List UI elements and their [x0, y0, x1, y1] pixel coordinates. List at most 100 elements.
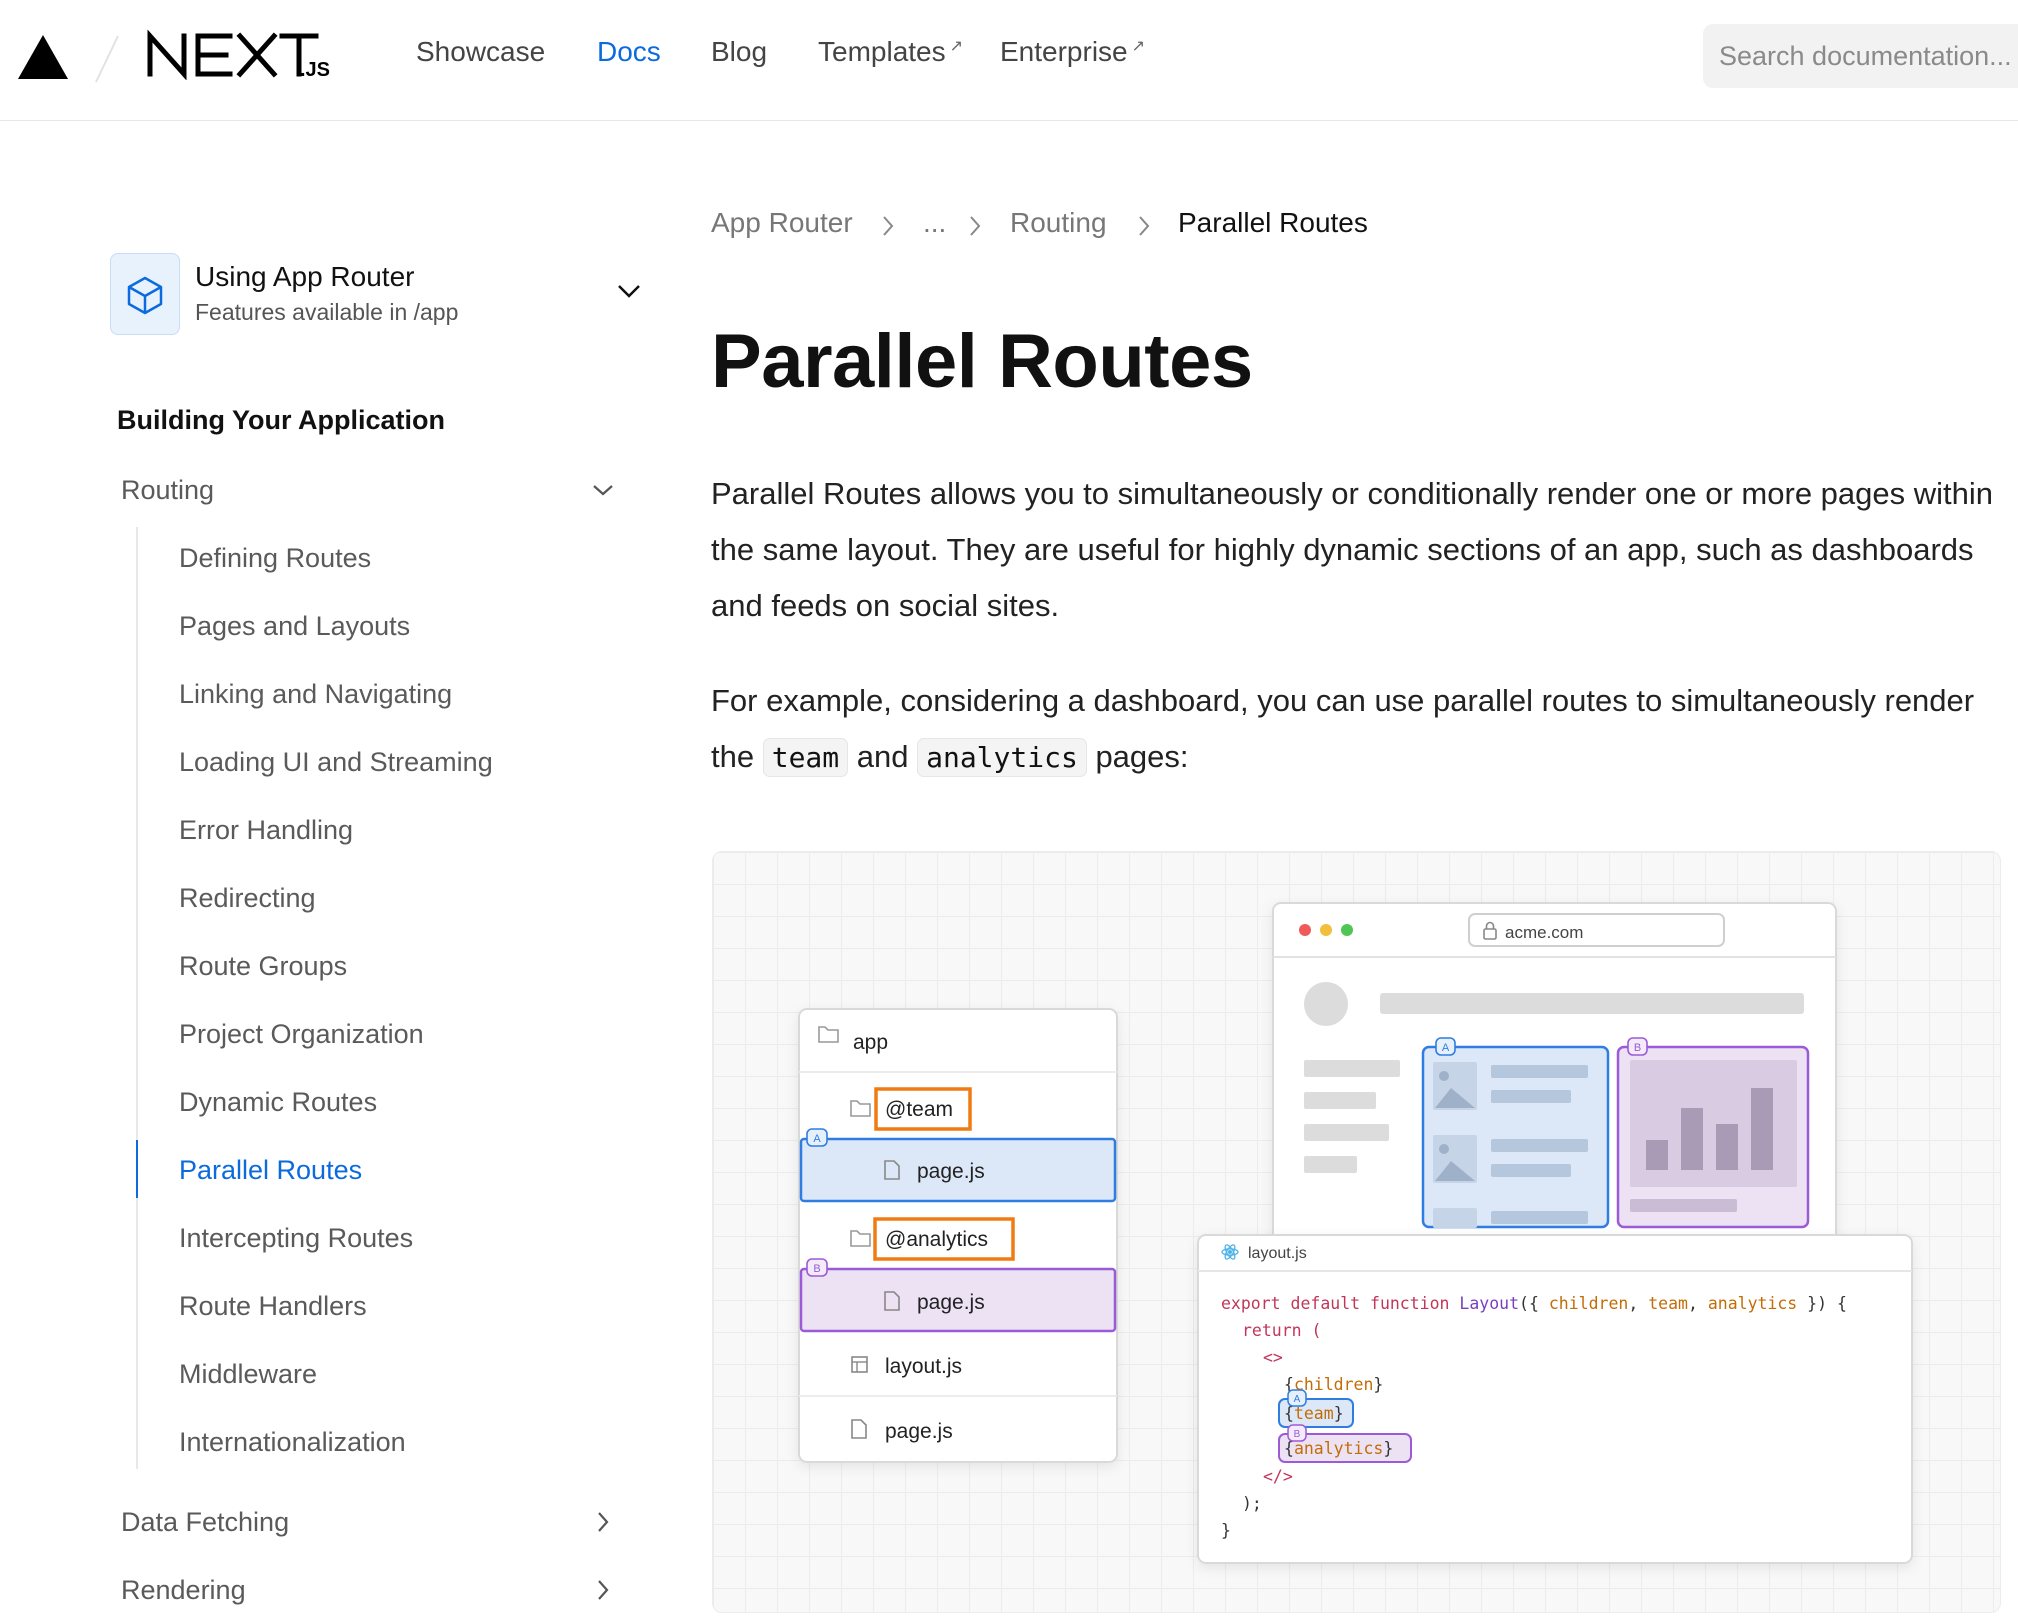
sidebar-item-rendering[interactable]: Rendering	[121, 1575, 246, 1606]
chevron-right-icon	[883, 216, 894, 236]
sidebar-item-label: Routing	[121, 475, 215, 505]
code-function: Layout	[1459, 1294, 1519, 1313]
sidebar-item-loading-ui[interactable]: Loading UI and Streaming	[179, 747, 493, 778]
top-navbar: .JS Showcase Docs Blog Templates ↗ Enterp…	[0, 0, 2018, 121]
svg-text:.JS: .JS	[300, 59, 330, 80]
sidebar-item-label: Rendering	[121, 1575, 246, 1605]
tree-app: app	[853, 1031, 888, 1054]
example-paragraph: For example, considering a dashboard, yo…	[711, 673, 2011, 786]
tree-team-page: page.js	[917, 1160, 985, 1183]
code-line-6: {analytics}	[1284, 1439, 1393, 1458]
sidebar-item-internationalization[interactable]: Internationalization	[179, 1427, 406, 1458]
nav-showcase[interactable]: Showcase	[416, 36, 545, 68]
nav-enterprise[interactable]: Enterprise ↗	[1000, 36, 1145, 68]
code-punct: ({	[1519, 1294, 1549, 1313]
slot-b-preview	[1616, 1045, 1810, 1229]
external-link-icon: ↗	[1131, 38, 1146, 55]
sidebar-item-route-groups[interactable]: Route Groups	[179, 951, 347, 982]
sidebar-item-pages-and-layouts[interactable]: Pages and Layouts	[179, 611, 410, 642]
breadcrumb-routing[interactable]: Routing	[1010, 207, 1107, 239]
breadcrumb-current: Parallel Routes	[1178, 207, 1368, 238]
sidebar-item-label: Data Fetching	[121, 1507, 290, 1537]
nav-templates-label: Templates	[818, 36, 946, 67]
code-filename: layout.js	[1248, 1245, 1307, 1262]
search-placeholder: Search documentation...	[1719, 41, 2012, 71]
nextjs-logo-icon[interactable]: .JS	[146, 30, 336, 80]
cube-icon-box	[110, 253, 180, 335]
code-param-children: children	[1549, 1294, 1628, 1313]
cube-icon	[127, 276, 163, 315]
breadcrumb-ellipsis[interactable]: ...	[923, 207, 946, 239]
code-children: children	[1294, 1375, 1373, 1394]
sidebar-item-linking-and-navigating[interactable]: Linking and Navigating	[179, 679, 452, 710]
vercel-logo-icon[interactable]	[18, 35, 68, 79]
nav-docs[interactable]: Docs	[597, 36, 661, 68]
url-text: acme.com	[1505, 923, 1583, 942]
tree-slot-b-badge: B	[813, 1263, 820, 1275]
code-line-9: }	[1221, 1521, 1231, 1540]
sidebar-tree-line	[136, 527, 138, 1469]
nav-templates[interactable]: Templates ↗	[818, 36, 963, 68]
code-analytics: analytics	[1294, 1439, 1383, 1458]
tree-analytics-folder: @analytics	[885, 1228, 988, 1251]
chevron-down-icon	[618, 285, 640, 298]
router-version-selector[interactable]: Using App Router Features available in /…	[110, 253, 650, 337]
tree-analytics-page: page.js	[917, 1291, 985, 1314]
code-punct: }) {	[1797, 1294, 1847, 1313]
sidebar-item-route-handlers[interactable]: Route Handlers	[179, 1291, 367, 1322]
divider-slash-icon	[95, 35, 119, 83]
sidebar-item-error-handling[interactable]: Error Handling	[179, 815, 353, 846]
code-slot-b-badge: B	[1294, 1429, 1301, 1440]
sidebar-item-defining-routes[interactable]: Defining Routes	[179, 543, 371, 574]
breadcrumb-app-router[interactable]: App Router	[711, 207, 853, 239]
inline-code-analytics: analytics	[917, 738, 1087, 777]
code-line-3: <>	[1263, 1348, 1283, 1367]
section-title: Building Your Application	[117, 405, 445, 435]
slot-a-badge: A	[1442, 1042, 1450, 1054]
code-param-team: team	[1648, 1294, 1688, 1313]
file-tree: app @team A page.js @analytics B page.js	[798, 1008, 1118, 1463]
nav-enterprise-label: Enterprise	[1000, 36, 1128, 67]
sidebar-item-routing[interactable]: Routing	[121, 475, 214, 506]
sidebar-item-project-organization[interactable]: Project Organization	[179, 1019, 424, 1050]
nav-blog[interactable]: Blog	[711, 36, 767, 68]
window-max-dot	[1341, 924, 1353, 936]
window-min-dot	[1320, 924, 1332, 936]
code-keyword: export default function	[1221, 1294, 1449, 1313]
code-param-analytics: analytics	[1708, 1294, 1797, 1313]
diagram-svg: acme.com A B layout.js export default fu…	[798, 902, 1913, 1564]
code-line-7: </>	[1263, 1467, 1293, 1486]
window-close-dot	[1299, 924, 1311, 936]
code-line-8: );	[1242, 1494, 1262, 1513]
code-panel: layout.js export default function Layout…	[1197, 1234, 1913, 1564]
sidebar-item-dynamic-routes[interactable]: Dynamic Routes	[179, 1087, 377, 1118]
code-slot-a-badge: A	[1294, 1394, 1301, 1405]
paragraph-text: and	[848, 739, 918, 774]
external-link-icon: ↗	[949, 38, 964, 55]
paragraph-text: pages:	[1086, 739, 1189, 774]
tree-page: page.js	[885, 1420, 953, 1443]
sidebar-item-middleware[interactable]: Middleware	[179, 1359, 317, 1390]
code-line-2: return (	[1242, 1321, 1321, 1340]
sidebar-item-parallel-routes[interactable]: Parallel Routes	[179, 1155, 362, 1186]
tree-team-folder: @team	[885, 1098, 953, 1121]
chevron-right-icon	[598, 1580, 609, 1600]
search-input[interactable]: Search documentation...	[1703, 24, 2018, 88]
sidebar-item-redirecting[interactable]: Redirecting	[179, 883, 316, 914]
chevron-right-icon	[598, 1512, 609, 1532]
tree-layout: layout.js	[885, 1355, 962, 1378]
slot-b-badge: B	[1634, 1042, 1641, 1054]
slot-a-preview	[1421, 1045, 1610, 1229]
code-line-1: export default function Layout({ childre…	[1221, 1294, 1847, 1313]
chevron-right-icon	[970, 216, 981, 236]
code-line-5: {team}	[1284, 1404, 1344, 1423]
page-title: Parallel Routes	[711, 319, 1253, 404]
inline-code-team: team	[762, 738, 849, 777]
tree-slot-a-badge: A	[813, 1133, 821, 1145]
parallel-routes-diagram: acme.com A B layout.js export default fu…	[712, 851, 2001, 1613]
sidebar-item-data-fetching[interactable]: Data Fetching	[121, 1507, 289, 1538]
chevron-down-icon	[593, 485, 613, 496]
code-team: team	[1294, 1404, 1334, 1423]
sidebar-item-intercepting-routes[interactable]: Intercepting Routes	[179, 1223, 413, 1254]
chevron-right-icon	[1139, 216, 1150, 236]
